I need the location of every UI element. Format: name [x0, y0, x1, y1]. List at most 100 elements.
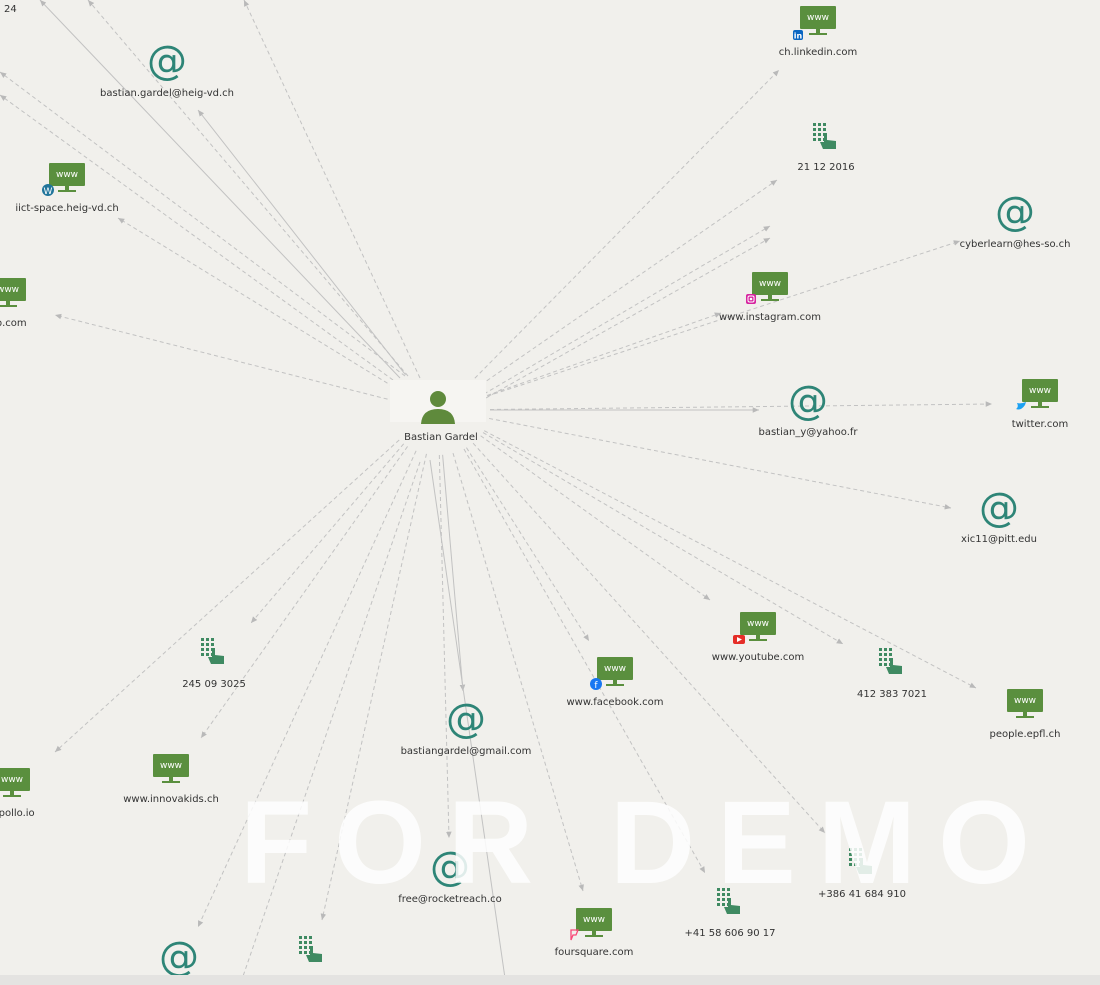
node-label: cyberlearn@hes-so.ch: [960, 239, 1071, 250]
node-label: 21 12 2016: [797, 162, 854, 173]
email-at-icon: @: [147, 38, 187, 84]
linkedin-icon: in: [793, 30, 803, 41]
node-label: +41 58 606 90 17: [684, 928, 775, 939]
www-monitor-icon: www: [1022, 379, 1058, 408]
svg-text:www: www: [1, 775, 23, 785]
www-monitor-icon: www: [0, 278, 26, 307]
svg-text:www: www: [160, 761, 182, 771]
node-web-apollo-io[interactable]: www .apollo.io: [0, 768, 35, 819]
node-email-cyberlearn-hes-so-ch[interactable]: @ cyberlearn@hes-so.ch: [960, 189, 1071, 250]
edge-offscreen: [0, 71, 406, 377]
phone-keypad-icon: [879, 648, 902, 674]
svg-text:www: www: [807, 13, 829, 23]
node-label: www.instagram.com: [719, 312, 821, 323]
www-monitor-icon: www: [597, 657, 633, 686]
svg-text:www: www: [747, 619, 769, 629]
svg-text:www: www: [583, 915, 605, 925]
svg-text:www: www: [604, 664, 626, 674]
svg-text:www: www: [1014, 696, 1036, 706]
edge-offscreen: [483, 225, 771, 395]
www-monitor-icon: www: [576, 908, 612, 937]
node-label: bastian_y@yahoo.fr: [758, 427, 858, 438]
www-monitor-icon: www: [740, 612, 776, 641]
node-web-iict-space-heig-vd-ch[interactable]: wwwWiict-space.heig-vd.ch: [15, 163, 119, 214]
email-at-icon: @: [979, 485, 1019, 531]
node-label: bastiangardel@gmail.com: [401, 746, 532, 757]
node-text-24[interactable]: 24: [4, 4, 17, 15]
edge-to-bastiangardel-gmail-com: [442, 454, 466, 692]
node-label: twitter.com: [1012, 419, 1069, 430]
edge-to-bastian-gardel-heig-vd-ch: [197, 109, 406, 376]
node-label: 24: [4, 4, 17, 15]
node-label: www.facebook.com: [566, 697, 663, 708]
edge-to-iict-space-heig-vd-ch: [117, 217, 394, 388]
edge-to-www-facebook-com: [466, 447, 590, 642]
phone-keypad-icon: [299, 936, 322, 962]
node-label: 412 383 7021: [857, 689, 927, 700]
node-email-bastian-y-yahoo-fr[interactable]: @ bastian_y@yahoo.fr: [758, 378, 858, 438]
node-phone-412-383-7021[interactable]: 412 383 7021: [857, 648, 927, 700]
node-phone-21-12-2016[interactable]: 21 12 2016: [797, 123, 855, 173]
phone-keypad-icon: [813, 123, 836, 149]
node-phone-unlabeled[interactable]: [299, 936, 322, 962]
center-person-label: Bastian Gardel: [404, 432, 478, 443]
svg-text:W: W: [44, 187, 53, 197]
edge-to-21-12-2016: [480, 179, 778, 386]
bottom-scrollbar[interactable]: [0, 975, 1100, 985]
svg-text:www: www: [1029, 386, 1051, 396]
edge-to-412-383-7021: [482, 432, 844, 645]
foursquare-icon: [570, 929, 579, 941]
edge-to-twitter-com: [489, 401, 993, 411]
node-web-twitter-com[interactable]: www twitter.com: [1012, 379, 1069, 430]
node-web-foursquare-com[interactable]: www foursquare.com: [555, 908, 634, 958]
youtube-icon: [733, 635, 745, 644]
edge-to-www-instagram-com: [487, 312, 722, 396]
www-monitor-icon: www: [800, 6, 836, 35]
node-web-www-youtube-com[interactable]: www www.youtube.com: [712, 612, 804, 663]
node-label: xic11@pitt.edu: [961, 534, 1037, 545]
node-web-www-innovakids-ch[interactable]: www www.innovakids.ch: [123, 754, 219, 805]
node-label: ch.linkedin.com: [779, 47, 858, 58]
edge-offscreen: [87, 0, 409, 377]
node-web-www-instagram-com[interactable]: www www.instagram.com: [719, 272, 821, 323]
demo-watermark: FOR DEMO USE ONLY: [240, 778, 1100, 908]
email-at-icon: @: [788, 378, 828, 424]
node-email-bastian-gardel-heig-vd-ch[interactable]: @ bastian.gardel@heig-vd.ch: [100, 38, 234, 99]
edge-to-xic11-pitt-edu: [488, 417, 952, 510]
twitter-icon: [1016, 402, 1026, 410]
edge-to-ch-linkedin-com: [474, 69, 780, 379]
node-label: iict-space.heig-vd.ch: [15, 203, 118, 214]
node-label: .apollo.io: [0, 808, 35, 819]
node-web-ch-linkedin-com[interactable]: wwwin ch.linkedin.com: [779, 6, 858, 58]
www-monitor-icon: www: [1007, 689, 1043, 718]
edge-offscreen: [0, 94, 394, 381]
node-email-bastiangardel-gmail-com[interactable]: @ bastiangardel@gmail.com: [401, 696, 532, 757]
node-email-unlabeled[interactable]: @: [159, 934, 199, 980]
edge-offscreen: [39, 0, 401, 379]
node-web-www-facebook-com[interactable]: wwwfwww.facebook.com: [566, 657, 664, 708]
svg-text:in: in: [794, 32, 803, 41]
email-at-icon: @: [446, 696, 486, 742]
node-web-ub-com[interactable]: www ub.com: [0, 278, 27, 329]
edge-to-people-epfl-ch: [483, 430, 977, 689]
edge-to-245-09-3025: [250, 443, 405, 624]
edge-to-www-youtube-com: [480, 435, 711, 601]
node-web-people-epfl-ch[interactable]: www people.epfl.ch: [990, 689, 1061, 740]
center-person-node[interactable]: Bastian Gardel: [390, 380, 486, 443]
wordpress-icon: W: [42, 184, 54, 197]
www-monitor-icon: www: [153, 754, 189, 783]
www-monitor-icon: www: [49, 163, 85, 192]
node-phone-245-09-3025[interactable]: 245 09 3025: [182, 638, 246, 690]
node-label: foursquare.com: [555, 947, 634, 958]
node-label: www.youtube.com: [712, 652, 804, 663]
edge-to-apollo-io: [54, 439, 400, 753]
instagram-icon: [746, 294, 756, 304]
email-at-icon: @: [995, 189, 1035, 235]
svg-text:www: www: [56, 170, 78, 180]
www-monitor-icon: www: [0, 768, 30, 797]
phone-keypad-icon: [201, 638, 224, 664]
svg-text:www: www: [0, 285, 19, 295]
node-email-xic11-pitt-edu[interactable]: @ xic11@pitt.edu: [961, 485, 1037, 545]
node-label: people.epfl.ch: [990, 729, 1061, 740]
node-label: 245 09 3025: [182, 679, 246, 690]
